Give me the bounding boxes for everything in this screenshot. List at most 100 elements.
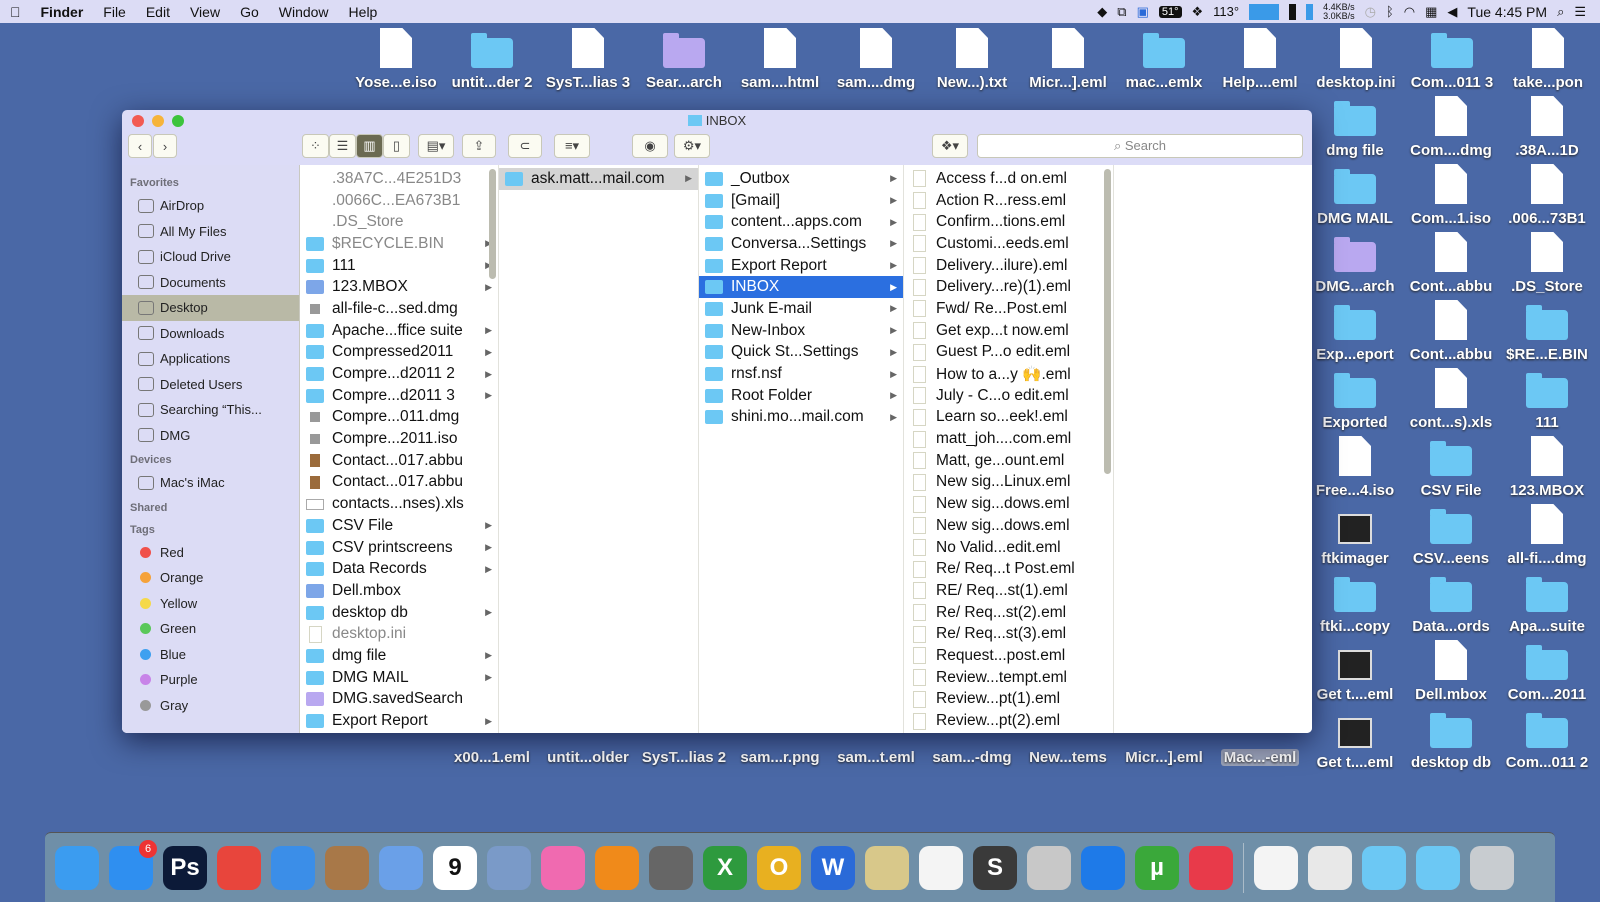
folder-row[interactable]: desktop db ▶ [300, 602, 498, 624]
dock-scissors-icon[interactable] [1027, 845, 1071, 890]
folder-row[interactable]: [Gmail] ▶ [699, 190, 903, 212]
desktop-icon[interactable]: .38A...1D [1499, 96, 1595, 159]
file-row[interactable]: DMG.savedSearch [300, 689, 498, 711]
folder-row[interactable]: Export Report ▶ [300, 710, 498, 732]
keyboard-icon[interactable]: ▦ [1425, 4, 1437, 20]
quick-look-button[interactable]: ◉ [632, 134, 668, 158]
file-row[interactable]: Dell.mbox [300, 580, 498, 602]
desktop-icon[interactable]: Com....dmg [1403, 96, 1499, 159]
desktop-icon[interactable]: 111 [1499, 368, 1595, 431]
vertical-scrollbar[interactable] [489, 169, 496, 279]
folder-row[interactable]: _Outbox ▶ [699, 168, 903, 190]
desktop-icon[interactable]: Data...ords [1403, 572, 1499, 635]
file-row[interactable]: Get exp...t now.eml [904, 320, 1113, 342]
action-list-button[interactable]: ≡▾ [554, 134, 590, 158]
desktop-icon[interactable]: 123.MBOX [1499, 436, 1595, 499]
desktop-icon[interactable]: Com...2011 [1499, 640, 1595, 703]
volume-icon[interactable]: ◀ [1447, 4, 1457, 20]
folder-row[interactable]: Compressed2011 ▶ [300, 342, 498, 364]
sidebar-item-searching-this-[interactable]: Searching “This... [122, 397, 299, 423]
file-row[interactable]: Access f...d on.eml [904, 168, 1113, 190]
folder-row[interactable]: DMG MAIL ▶ [300, 667, 498, 689]
file-row[interactable]: Contact...017.abbu [300, 450, 498, 472]
desktop-icon[interactable]: mac...emlx [1116, 28, 1212, 91]
desktop-icon[interactable]: x00...1.eml [444, 749, 540, 766]
desktop-icon[interactable]: untit...older [540, 749, 636, 766]
file-row[interactable]: No Valid...edit.eml [904, 537, 1113, 559]
file-row[interactable]: Guest P...o edit.eml [904, 342, 1113, 364]
file-row[interactable]: New sig...dows.eml [904, 493, 1113, 515]
desktop-icon[interactable]: .DS_Store [1499, 232, 1595, 295]
desktop-icon[interactable]: Help....eml [1212, 28, 1308, 91]
tags-button[interactable]: ⊂ [508, 134, 542, 158]
desktop-icon[interactable]: untit...der 2 [444, 28, 540, 91]
folder-row[interactable]: content...apps.com ▶ [699, 211, 903, 233]
file-row[interactable]: How to a...y 🙌.eml [904, 363, 1113, 385]
dock-trash-icon[interactable] [1470, 845, 1514, 890]
folder-row[interactable]: Data Records ▶ [300, 558, 498, 580]
desktop-icon[interactable]: Apa...suite [1499, 572, 1595, 635]
file-row[interactable]: desktop.ini [300, 623, 498, 645]
dock-sublime-icon[interactable]: S [973, 845, 1017, 890]
spotlight-icon[interactable]: ⌕ [1557, 4, 1564, 20]
file-row[interactable]: Review...pt(2).eml [904, 710, 1113, 732]
file-row[interactable]: Customi...eeds.eml [904, 233, 1113, 255]
desktop-icon[interactable]: sam...t.eml [828, 749, 924, 766]
network-speed[interactable]: 4.4KB/s 3.0KB/s [1323, 2, 1355, 21]
desktop-icon[interactable]: Cont...abbu [1403, 232, 1499, 295]
menu-edit[interactable]: Edit [136, 4, 180, 20]
folder-row[interactable]: 111▶ [300, 255, 498, 277]
dock-disk-image-icon[interactable] [1308, 845, 1352, 890]
desktop-icon[interactable]: cont...s).xls [1403, 368, 1499, 431]
folder-row[interactable]: CSV printscreens ▶ [300, 537, 498, 559]
menu-view[interactable]: View [180, 4, 230, 20]
vertical-scrollbar[interactable] [1104, 169, 1111, 474]
file-row[interactable]: Compre...011.dmg [300, 407, 498, 429]
folder-row[interactable]: rnsf.nsf ▶ [699, 363, 903, 385]
file-row[interactable]: Compre...2011.iso [300, 428, 498, 450]
dock-app-store-icon[interactable]: 6 [109, 839, 157, 890]
close-button[interactable] [132, 115, 144, 127]
desktop-icon[interactable]: desktop.ini [1308, 28, 1404, 91]
desktop-icon[interactable]: Get t....eml [1307, 708, 1403, 771]
desktop-icon[interactable]: sam....dmg [828, 28, 924, 91]
dock-notes-icon[interactable] [865, 845, 909, 890]
sidebar-item-airdrop[interactable]: AirDrop [122, 193, 299, 219]
desktop-icon[interactable]: Cont...abbu [1403, 300, 1499, 363]
gear-button[interactable]: ⚙▾ [674, 134, 710, 158]
status-window-icon[interactable]: ⧉ [1117, 4, 1126, 20]
sidebar-item-green[interactable]: Green [122, 616, 299, 642]
sidebar-item-icloud-drive[interactable]: iCloud Drive [122, 244, 299, 270]
sidebar-item-dmg[interactable]: DMG [122, 423, 299, 449]
dock-finder-icon[interactable] [55, 845, 99, 890]
dock-utorrent-icon[interactable]: µ [1135, 845, 1179, 890]
folder-row[interactable]: New-Inbox ▶ [699, 320, 903, 342]
desktop-icon[interactable]: Micr...].eml [1020, 28, 1116, 91]
sidebar-item-all-my-files[interactable]: All My Files [122, 219, 299, 245]
file-row[interactable]: New sig...dows.eml [904, 515, 1113, 537]
dock-contacts-icon[interactable] [325, 845, 369, 890]
sidebar-item-applications[interactable]: Applications [122, 346, 299, 372]
sidebar-item-desktop[interactable]: Desktop [122, 295, 299, 321]
file-row[interactable]: matt_joh....com.eml [904, 428, 1113, 450]
folder-row[interactable]: Export Report ▶ [699, 255, 903, 277]
file-row[interactable]: New sig...Linux.eml [904, 472, 1113, 494]
dock-teamviewer-icon[interactable] [1081, 845, 1125, 890]
dock-safari-icon[interactable] [271, 845, 315, 890]
desktop-icon[interactable]: DMG MAIL [1307, 164, 1403, 227]
dock-chrome-icon[interactable] [217, 845, 261, 890]
folder-row[interactable]: Junk E-mail ▶ [699, 298, 903, 320]
disk-meter-icon[interactable] [1306, 3, 1314, 20]
file-row[interactable]: Request...post.eml [904, 645, 1113, 667]
desktop-icon[interactable]: sam...-dmg [924, 749, 1020, 766]
folder-row[interactable]: Conversa...Settings ▶ [699, 233, 903, 255]
arrange-button[interactable]: ▤▾ [418, 134, 454, 158]
desktop-icon[interactable]: .006...73B1 [1499, 164, 1595, 227]
file-row[interactable]: Delivery...ilure).eml [904, 255, 1113, 277]
desktop-icon[interactable]: Exp...eport [1307, 300, 1403, 363]
zoom-button[interactable] [172, 115, 184, 127]
sidebar-item-purple[interactable]: Purple [122, 667, 299, 693]
folder-row[interactable]: Compre...d2011 3 ▶ [300, 385, 498, 407]
sensor-temp[interactable]: 113° [1213, 4, 1239, 19]
folder-row[interactable]: ask.matt...mail.com ▶ [499, 168, 698, 190]
